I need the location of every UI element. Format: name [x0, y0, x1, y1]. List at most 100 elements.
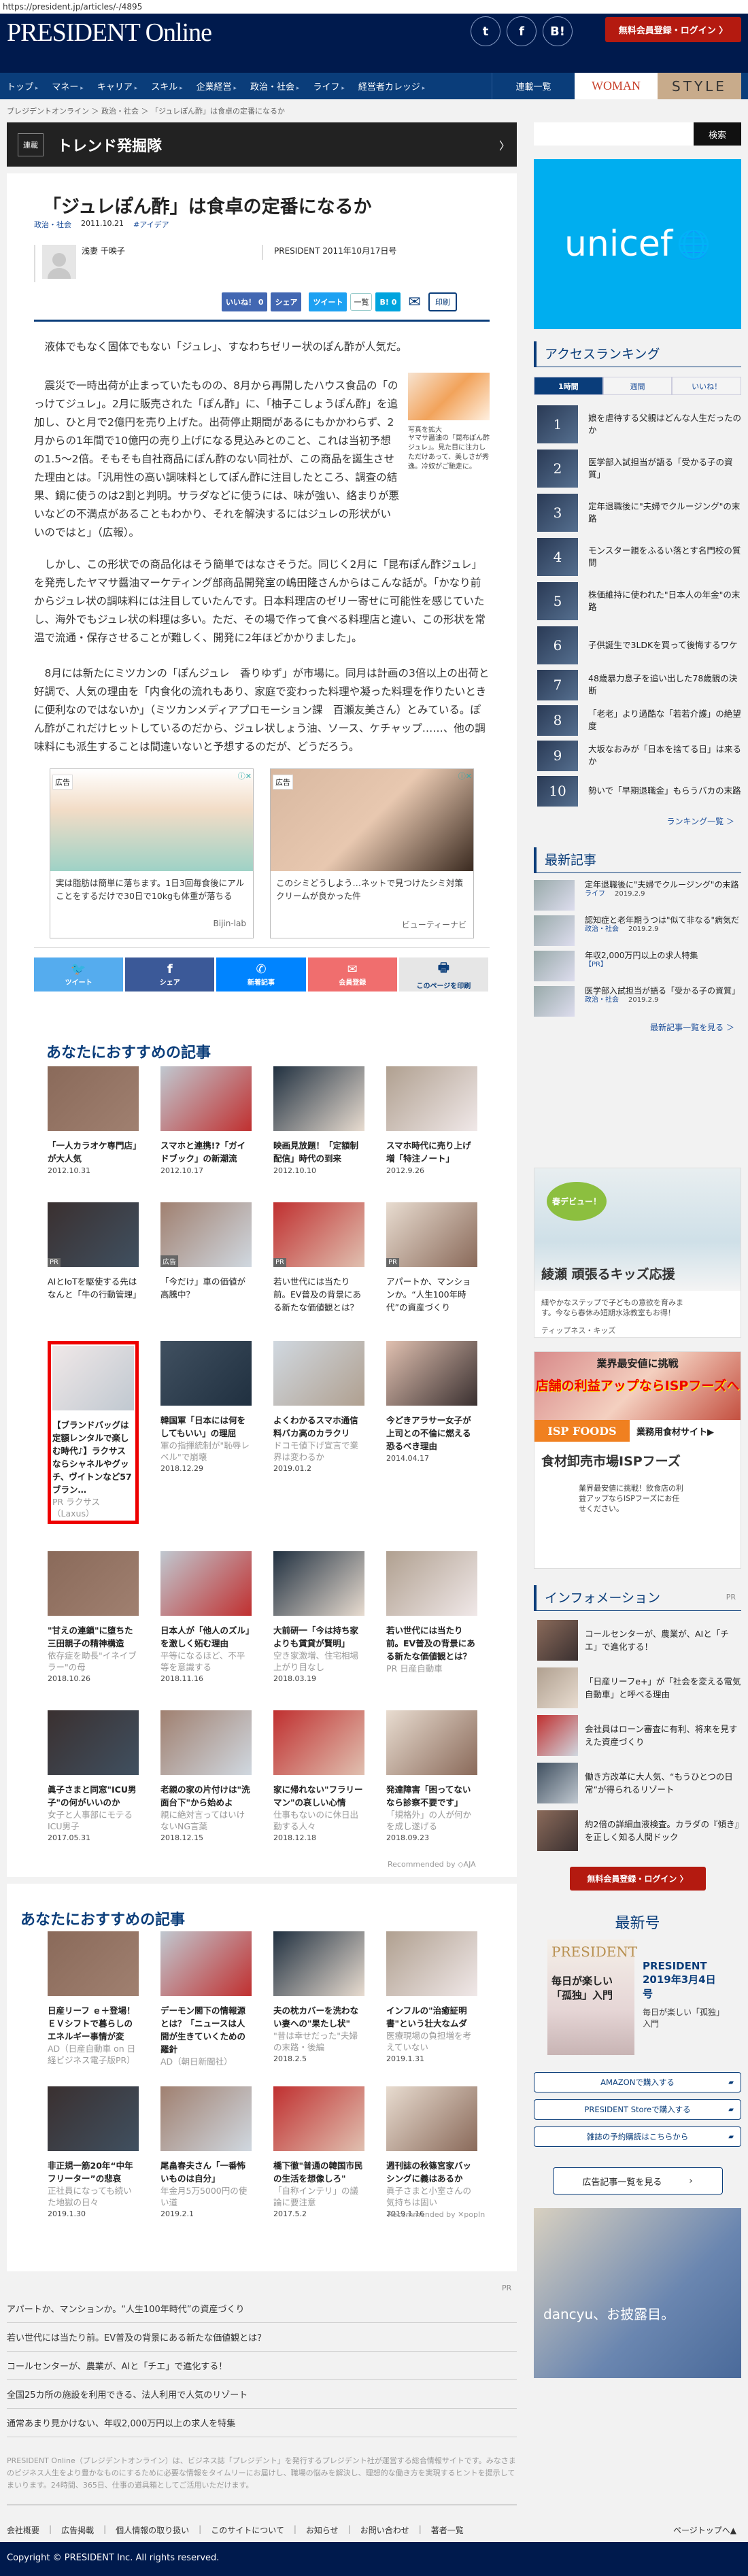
- article-card-title[interactable]: 週刊誌の秋篠宮家バッシングに義はあるか: [386, 2159, 477, 2185]
- article-thumbnail[interactable]: PR: [273, 1202, 364, 1267]
- ad-image[interactable]: 広告 ⓘ✕: [271, 769, 473, 871]
- latest-more-link[interactable]: 最新記事一覧を見る ＞: [534, 1021, 741, 1033]
- article-card-title[interactable]: 日本人が「他人のズル」を激しく妬む理由: [160, 1624, 252, 1650]
- info-thumbnail[interactable]: [537, 1667, 578, 1708]
- info-item[interactable]: 働き方改革に大人気、“もうひとつの日常”が得られるリゾート: [534, 1759, 741, 1807]
- ranking-item[interactable]: 8 「老老」より過酷な「若若介護」の絶望度: [534, 702, 741, 738]
- ranking-more-link[interactable]: ランキング一覧 ＞: [534, 815, 741, 827]
- ranking-item[interactable]: 4 モンスター親をふるい落とす名門校の質問: [534, 535, 741, 579]
- ranking-thumbnail[interactable]: 10: [537, 775, 578, 807]
- dancyu-ad[interactable]: dancyu、お披露目。: [534, 2208, 741, 2378]
- enlarge-photo-link[interactable]: 写真を拡大: [408, 424, 490, 434]
- facebook-share-button[interactable]: シェア: [271, 292, 302, 311]
- nav-item[interactable]: トップ: [0, 80, 45, 92]
- tweet-count[interactable]: 一覧: [350, 293, 373, 311]
- article-thumbnail[interactable]: [160, 2086, 252, 2151]
- ranking-title[interactable]: 定年退職後に"夫婦でクルージング"の末路: [588, 501, 741, 525]
- ranking-tab[interactable]: 週間: [602, 377, 673, 395]
- article-card-title[interactable]: スマホ時代に売り上げ増「特注ノート」: [386, 1139, 477, 1165]
- article-card-title[interactable]: 若い世代には当たり前。EV普及の背景にある新たな価値観とは？: [386, 1624, 477, 1663]
- article-card[interactable]: デーモン閣下の情報源とは？「ニュースは人間が生きていくための羅針 AD（朝日新聞社…: [160, 1931, 252, 2067]
- magazine-cover[interactable]: PRESIDENT 毎日が楽しい「孤独」入門: [547, 1939, 637, 2055]
- article-card-title[interactable]: AIとIoTを駆使する先はなんと「牛の行動管理」: [48, 1275, 141, 1301]
- login-button[interactable]: 無料会員登録・ログイン 〉: [569, 1867, 706, 1891]
- article-thumbnail[interactable]: [273, 1551, 364, 1616]
- purchase-button[interactable]: PRESIDENT Storeで購入する: [534, 2099, 741, 2120]
- article-thumbnail[interactable]: [160, 1551, 252, 1616]
- ranking-item[interactable]: 3 定年退職後に"夫婦でクルージング"の末路: [534, 490, 741, 535]
- ranking-item[interactable]: 10 勢いで「早期退職金」もらうバカの末路: [534, 773, 741, 809]
- article-thumbnail[interactable]: [48, 1551, 139, 1616]
- ranking-title[interactable]: 48歳暴力息子を追い出した78歳親の決断: [588, 673, 741, 697]
- article-card-title[interactable]: 映画見放題！「定額制配信」時代の到来: [273, 1139, 364, 1165]
- article-card[interactable]: 【ブランドバッグは定額レンタルで楽しむ時代♪】ラクサスならシャネルやグッチ、ヴイ…: [48, 1341, 139, 1524]
- latest-category[interactable]: 【PR】: [585, 961, 607, 968]
- article-card[interactable]: インフルの"治癒証明書"という壮大なムダ 医療現場の負担増を考えていない 2019.…: [386, 1931, 477, 2067]
- article-thumbnail[interactable]: [160, 1066, 252, 1131]
- article-card-title[interactable]: 眞子さまと同窓"ICU男子"の何がいいのか: [48, 1783, 139, 1809]
- latest-category[interactable]: ライフ: [585, 890, 605, 898]
- info-item[interactable]: コールセンターが、農業が、AIと「チエ」で進化する！: [534, 1616, 741, 1664]
- ranking-item[interactable]: 7 48歳暴力息子を追い出した78歳親の決断: [534, 667, 741, 702]
- article-thumbnail[interactable]: [273, 2086, 364, 2151]
- ranking-thumbnail[interactable]: 6: [537, 626, 578, 664]
- article-thumbnail[interactable]: [273, 1066, 364, 1131]
- nav-item[interactable]: ライフ: [306, 80, 351, 92]
- nav-item[interactable]: 経営者カレッジ: [352, 80, 432, 92]
- latest-issue[interactable]: PRESIDENT 毎日が楽しい「孤独」入門 PRESIDENT 2019年3月…: [534, 1939, 741, 2055]
- pr-link[interactable]: アパートか、マンションか。“人生100年時代”の資産づくり: [7, 2294, 517, 2323]
- pr-link[interactable]: 通常あまり見かけない、年収2,000万円以上の求人を特集: [7, 2409, 517, 2437]
- share-button-twitter[interactable]: 🐦 ツイート: [34, 957, 124, 992]
- info-thumbnail[interactable]: [537, 1715, 578, 1756]
- article-thumbnail[interactable]: [386, 1710, 477, 1775]
- latest-thumbnail[interactable]: [534, 986, 575, 1017]
- footer-link[interactable]: 個人情報の取り扱い: [116, 2524, 189, 2536]
- share-button-facebook[interactable]: f シェア: [125, 957, 215, 992]
- article-card[interactable]: 橋下徹"普通の韓国市民の生活を想像しろ" 「自称インテリ」の議論に要注意 2017.…: [273, 2086, 364, 2218]
- like-button[interactable]: いいね！ 0: [222, 292, 268, 311]
- info-title[interactable]: 「日産リーフe+」が「社会を変える電気自動車」と呼べる理由: [585, 1675, 741, 1701]
- article-card[interactable]: 眞子さまと同窓"ICU男子"の何がいいのか 女子と人事部にモテるICU男子 2017…: [48, 1710, 139, 1842]
- article-card-title[interactable]: よくわかるスマホ通信料バカ高のカラクリ: [273, 1414, 364, 1440]
- author-box[interactable]: 浅妻 千映子: [34, 245, 262, 282]
- footer-link[interactable]: 著者一覧: [431, 2524, 464, 2536]
- footer-link[interactable]: 会社概要: [7, 2524, 39, 2536]
- latest-item[interactable]: 定年退職後に"夫婦でクルージング"の末路 ライフ 2019.2.9: [534, 880, 741, 915]
- article-thumbnail[interactable]: PR: [386, 1202, 477, 1267]
- article-card[interactable]: 非正規一筋20年“中年フリーター”の悲哀 正社員になっても続いた地獄の日々 2019…: [48, 2086, 139, 2218]
- ad-image[interactable]: 広告 ⓘ✕: [50, 769, 253, 871]
- latest-title[interactable]: 定年退職後に"夫婦でクルージング"の末路: [585, 880, 738, 889]
- recommended-by[interactable]: Recommended by ◇AJA: [388, 1860, 476, 1869]
- ad-text[interactable]: 実は脂肪は簡単に落ちます。1日3回毎食後にアルことをするだけで30日で10kgも…: [50, 871, 253, 919]
- article-card-title[interactable]: 発達障害「困ってないなら診察不要です」: [386, 1783, 477, 1809]
- category-link[interactable]: 政治・社会: [34, 219, 71, 230]
- article-card[interactable]: 家に帰れない"フラリーマン"の哀しい心情 仕事もないのに休日出勤する人々 2018.…: [273, 1710, 364, 1842]
- article-card-title[interactable]: スマホと連携!?「ガイドブック」の新潮流: [160, 1139, 252, 1165]
- article-card[interactable]: PR 若い世代には当たり前。EV普及の背景にある新たな価値観とは？: [273, 1202, 364, 1314]
- article-card-title[interactable]: 【ブランドバッグは定額レンタルで楽しむ時代♪】ラクサスならシャネルやグッチ、ヴイ…: [52, 1419, 134, 1496]
- footer-link[interactable]: このサイトについて: [211, 2524, 284, 2536]
- article-card-title[interactable]: 橋下徹"普通の韓国市民の生活を想像しろ": [273, 2159, 364, 2185]
- article-thumbnail[interactable]: PR: [48, 1202, 139, 1267]
- latest-title[interactable]: 年収2,000万円以上の求人特集: [585, 951, 698, 960]
- article-card-title[interactable]: 大前研一「今は持ち家よりも賃貸が賢明」: [273, 1624, 364, 1650]
- isp-ad[interactable]: 業界最安値に挑戦 店舗の利益アップならISPフーズへ ISP FOODS 業務用…: [534, 1351, 741, 1569]
- info-item[interactable]: 「日産リーフe+」が「社会を変える電気自動車」と呼べる理由: [534, 1664, 741, 1712]
- share-button-mail[interactable]: ✉ 会員登録: [307, 957, 397, 992]
- nav-item[interactable]: スキル: [144, 80, 189, 92]
- ranking-thumbnail[interactable]: 2: [537, 449, 578, 488]
- series-list-link[interactable]: 連載一覧: [492, 73, 575, 99]
- article-thumbnail[interactable]: [273, 1931, 364, 1996]
- info-item[interactable]: 約2倍の詳細血液検査。カラダの『傾き』を正しく知る人間ドック: [534, 1807, 741, 1854]
- article-thumbnail[interactable]: [160, 1710, 252, 1775]
- hatena-button[interactable]: B! 0: [375, 292, 401, 311]
- article-thumbnail[interactable]: [386, 1341, 477, 1406]
- ranking-thumbnail[interactable]: 8: [537, 705, 578, 736]
- ranking-item[interactable]: 6 子供誕生で3LDKを買って後悔するワケ: [534, 623, 741, 667]
- ad-image[interactable]: 春デビュー！ 綾瀬 頑張るキッズ応援: [534, 1168, 741, 1291]
- article-card[interactable]: 日本人が「他人のズル」を激しく妬む理由 平等になるほど、不平等を意識する 2018.…: [160, 1551, 252, 1683]
- ranking-thumbnail[interactable]: 1: [537, 405, 578, 443]
- ranking-thumbnail[interactable]: 7: [537, 669, 578, 700]
- page-top-link[interactable]: ページトップへ▲: [673, 2524, 736, 2536]
- ranking-title[interactable]: 娘を虐待する父親はどんな人生だったのか: [588, 412, 741, 437]
